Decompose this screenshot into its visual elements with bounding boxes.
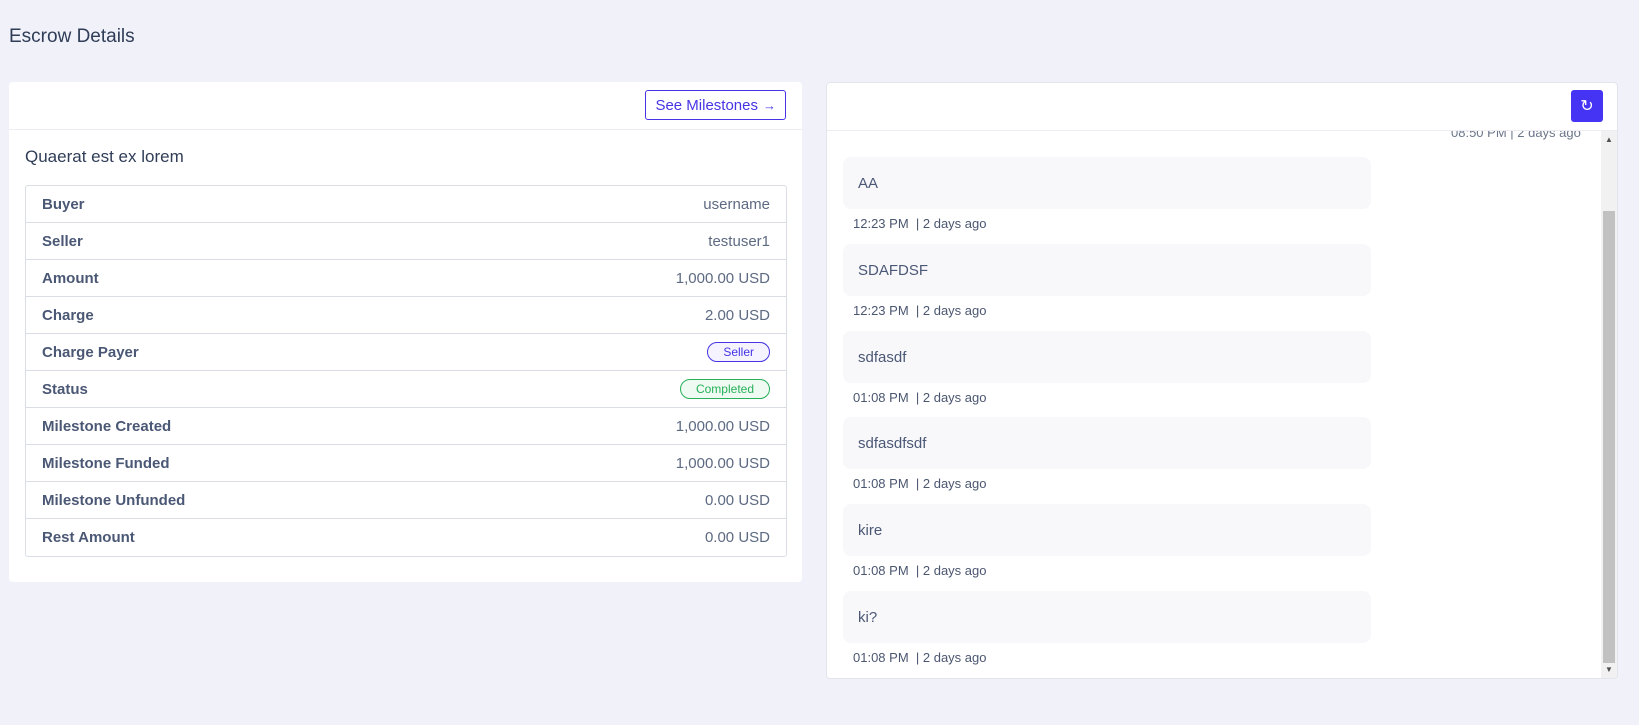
detail-row-seller: Seller testuser1 (26, 223, 786, 260)
detail-value: 0.00 USD (704, 491, 770, 509)
detail-value: 0.00 USD (704, 529, 770, 546)
detail-label: Buyer (42, 195, 85, 213)
chat-card: ↻ 08:50 PM | 2 days ago AA 12:23 PM | 2 … (826, 82, 1618, 679)
detail-value: username (703, 195, 770, 213)
see-milestones-label: See Milestones (655, 96, 758, 114)
detail-row-charge: Charge 2.00 USD (26, 297, 786, 334)
message-ago: 2 days ago (922, 476, 987, 491)
refresh-button[interactable]: ↻ (1571, 90, 1603, 122)
detail-row-milestone-unfunded: Milestone Unfunded 0.00 USD (26, 482, 786, 519)
refresh-icon: ↻ (1580, 98, 1594, 115)
detail-value: 1,000.00 USD (675, 269, 770, 287)
message-bubble: kire (843, 504, 1371, 556)
scroll-up-arrow-icon[interactable]: ▲ (1601, 133, 1617, 147)
detail-label: Status (42, 380, 88, 398)
detail-row-charge-payer: Charge Payer Seller (26, 334, 786, 371)
detail-row-buyer: Buyer username (26, 186, 786, 223)
escrow-title: Quaerat est ex lorem (25, 147, 184, 166)
see-milestones-button[interactable]: See Milestones → (645, 90, 786, 120)
detail-label: Milestone Created (42, 417, 172, 435)
detail-label: Charge Payer (42, 343, 139, 361)
message-meta: 12:23 PM | 2 days ago (853, 216, 987, 231)
chat-message: sdfasdfsdf 01:08 PM | 2 days ago (843, 417, 1371, 491)
detail-row-milestone-funded: Milestone Funded 1,000.00 USD (26, 445, 786, 482)
chat-message: SDAFDSF 12:23 PM | 2 days ago (843, 244, 1371, 318)
escrow-card-header: See Milestones → (9, 82, 802, 130)
message-time: 01:08 PM (853, 476, 909, 491)
detail-row-status: Status Completed (26, 371, 786, 408)
detail-value: 1,000.00 USD (675, 454, 770, 472)
charge-payer-badge: Seller (707, 342, 770, 362)
detail-label: Milestone Funded (42, 454, 170, 472)
message-ago: 2 days ago (922, 216, 987, 231)
chat-scrollbar[interactable]: ▲ ▼ (1601, 131, 1617, 678)
message-bubble: sdfasdf (843, 331, 1371, 383)
chat-message: ki? 01:08 PM | 2 days ago (843, 591, 1371, 665)
detail-value: 1,000.00 USD (675, 417, 770, 435)
scrollbar-thumb[interactable] (1603, 211, 1615, 663)
message-bubble: AA (843, 157, 1371, 209)
message-ago: 2 days ago (922, 390, 987, 405)
detail-row-milestone-created: Milestone Created 1,000.00 USD (26, 408, 786, 445)
detail-value: testuser1 (708, 232, 770, 250)
message-meta: 01:08 PM | 2 days ago (853, 563, 987, 578)
detail-label: Amount (42, 269, 99, 287)
status-badge: Completed (679, 379, 770, 399)
message-ago: 2 days ago (922, 650, 987, 665)
message-ago: 2 days ago (922, 303, 987, 318)
message-ago: 2 days ago (922, 563, 987, 578)
chat-message: kire 01:08 PM | 2 days ago (843, 504, 1371, 578)
escrow-details-card: See Milestones → Quaerat est ex lorem Bu… (9, 82, 802, 582)
detail-row-rest-amount: Rest Amount 0.00 USD (26, 519, 786, 556)
chat-message: sdfasdf 01:08 PM | 2 days ago (843, 331, 1371, 405)
detail-label: Charge (42, 306, 94, 324)
scroll-down-arrow-icon[interactable]: ▼ (1601, 663, 1617, 677)
message-meta: 12:23 PM | 2 days ago (853, 303, 987, 318)
message-time: 01:08 PM (853, 650, 909, 665)
escrow-details-table: Buyer username Seller testuser1 Amount 1… (25, 185, 787, 557)
message-time: 12:23 PM (853, 303, 909, 318)
message-meta: 08:50 PM | 2 days ago (1451, 131, 1581, 140)
message-bubble: SDAFDSF (843, 244, 1371, 296)
detail-label: Milestone Unfunded (42, 491, 186, 509)
message-bubble: sdfasdfsdf (843, 417, 1371, 469)
detail-value: 2.00 USD (704, 306, 770, 324)
page-title: Escrow Details (9, 26, 135, 47)
message-time: 01:08 PM (853, 390, 909, 405)
chat-card-header: ↻ (827, 83, 1617, 131)
message-time: 01:08 PM (853, 563, 909, 578)
detail-label: Rest Amount (42, 529, 135, 546)
detail-row-amount: Amount 1,000.00 USD (26, 260, 786, 297)
message-meta: 01:08 PM | 2 days ago (853, 390, 987, 405)
message-bubble: ki? (843, 591, 1371, 643)
message-meta: 01:08 PM | 2 days ago (853, 650, 987, 665)
chat-messages-area[interactable]: 08:50 PM | 2 days ago AA 12:23 PM | 2 da… (827, 131, 1601, 678)
message-meta: 01:08 PM | 2 days ago (853, 476, 987, 491)
detail-label: Seller (42, 232, 83, 250)
message-time: 12:23 PM (853, 216, 909, 231)
chat-message: AA 12:23 PM | 2 days ago (843, 157, 1371, 231)
arrow-right-icon: → (763, 97, 776, 113)
